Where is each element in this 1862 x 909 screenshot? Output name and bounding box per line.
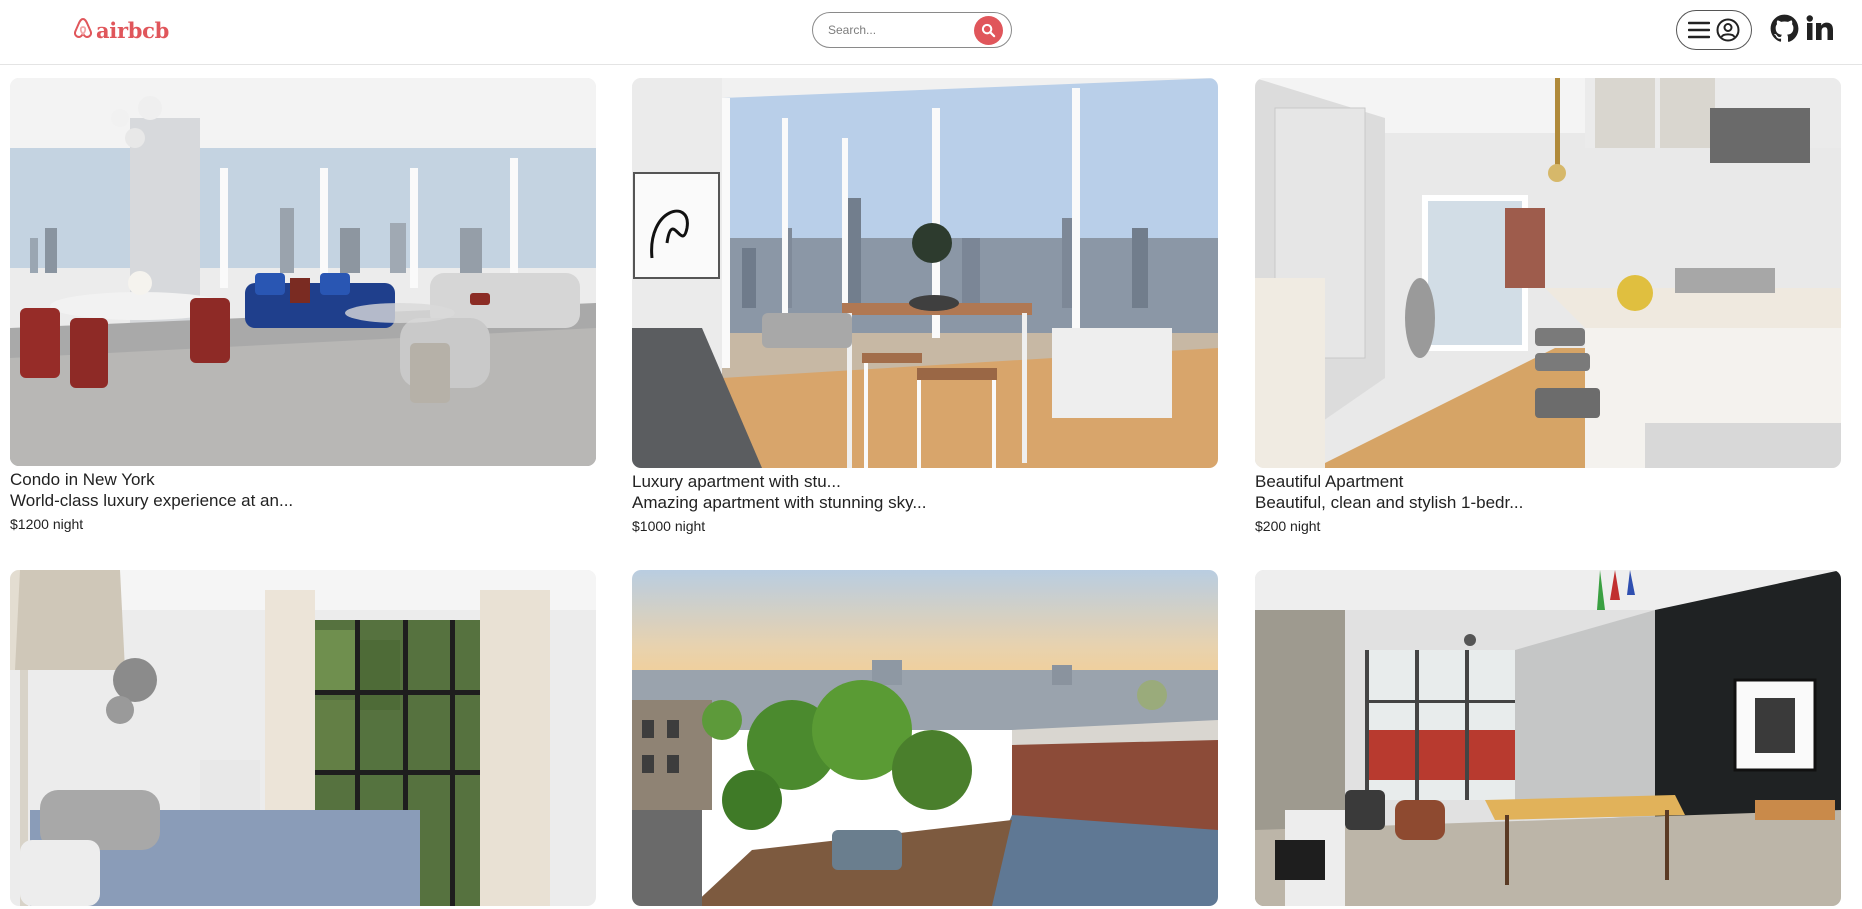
listing-price-amount: $1200 (10, 516, 49, 532)
search-icon (981, 23, 996, 38)
search-bar[interactable] (812, 12, 1012, 48)
user-menu-button[interactable] (1676, 10, 1752, 50)
listing-photo[interactable] (1255, 570, 1841, 906)
listing-card[interactable] (10, 570, 596, 909)
listing-title: Luxury apartment with stu... (632, 472, 841, 491)
listing-description: World-class luxury experience at an... (10, 491, 294, 510)
listing-card[interactable]: Luxury apartment with stu... Amazing apa… (632, 78, 1218, 535)
brand-logo[interactable]: airbcb (73, 17, 170, 44)
github-link[interactable] (1770, 12, 1799, 44)
listing-price-unit: night (674, 518, 706, 534)
hamburger-icon (1688, 21, 1710, 39)
listing-card[interactable]: Condo in New York World-class luxury exp… (10, 78, 596, 533)
airbnb-logo-icon (73, 17, 93, 44)
listing-photo[interactable] (1255, 78, 1841, 468)
listing-price-unit: night (1290, 518, 1321, 534)
listing-price-unit: night (52, 516, 84, 532)
listing-photo[interactable] (10, 78, 596, 466)
listing-price-amount: $200 (1255, 518, 1287, 534)
search-input[interactable] (828, 23, 968, 37)
github-icon (1770, 14, 1799, 42)
listing-photo[interactable] (632, 570, 1218, 906)
top-navbar: airbcb (0, 0, 1862, 65)
user-circle-icon (1716, 18, 1740, 42)
listing-price: $1200 night (10, 515, 596, 533)
listing-title: Beautiful Apartment (1255, 472, 1404, 491)
listing-description: Beautiful, clean and stylish 1-bedr... (1255, 493, 1524, 512)
listing-card[interactable] (632, 570, 1218, 909)
listing-card[interactable]: Beautiful Apartment Beautiful, clean and… (1255, 78, 1841, 535)
listing-price: $200 night (1255, 517, 1841, 535)
listing-photo[interactable] (10, 570, 596, 906)
listing-card[interactable] (1255, 570, 1841, 909)
listing-title: Condo in New York (10, 470, 155, 489)
search-button[interactable] (974, 16, 1003, 45)
listing-photo[interactable] (632, 78, 1218, 468)
listing-price-amount: $1000 (632, 518, 671, 534)
listing-description: Amazing apartment with stunning sky... (632, 493, 927, 512)
listing-price: $1000 night (632, 517, 1218, 535)
linkedin-link[interactable] (1806, 12, 1834, 44)
brand-name: airbcb (96, 18, 170, 43)
linkedin-icon (1806, 15, 1833, 40)
